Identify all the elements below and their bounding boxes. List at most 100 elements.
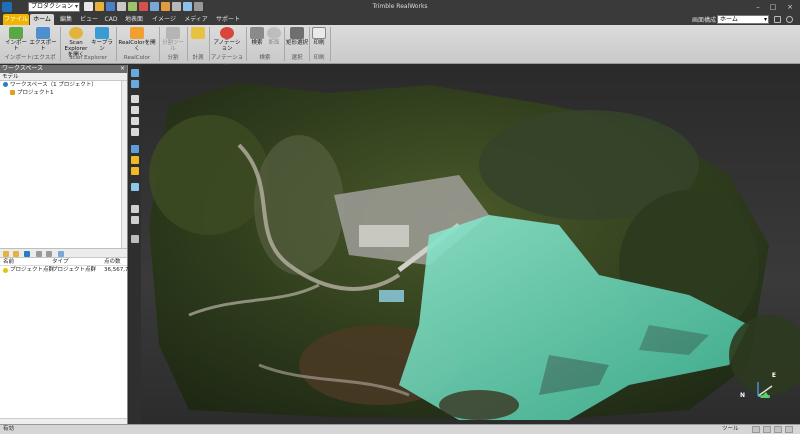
help-icon[interactable] bbox=[786, 16, 793, 23]
save-icon[interactable] bbox=[106, 2, 115, 11]
workspace-selector[interactable]: ホーム bbox=[717, 15, 769, 24]
group-separator bbox=[60, 27, 61, 61]
realcolor-button[interactable]: RealColorを開く bbox=[117, 27, 157, 54]
workspace-selector-label: 画面構成 bbox=[692, 17, 717, 24]
import-button[interactable]: インポート bbox=[3, 27, 29, 54]
tab-home[interactable]: ホーム bbox=[30, 14, 54, 25]
cross-section-button[interactable]: 断面 bbox=[266, 27, 282, 54]
clip-icon[interactable] bbox=[131, 205, 139, 213]
status-indicator-icon[interactable] bbox=[763, 426, 771, 433]
app-logo-icon[interactable] bbox=[2, 2, 12, 12]
scan-explorer-icon bbox=[69, 27, 83, 39]
layer-icon[interactable] bbox=[172, 2, 181, 11]
tools-icon[interactable] bbox=[161, 2, 170, 11]
view-top-icon[interactable] bbox=[131, 69, 139, 77]
status-bar: 有効 ツール bbox=[0, 424, 800, 434]
workspace-header: ワークスペース × bbox=[0, 65, 127, 73]
rect-select-button[interactable]: 矩形選択 bbox=[286, 27, 308, 54]
tree-item-label: ワークスペース（1 プロジェクト） bbox=[10, 82, 97, 88]
grid-icon[interactable] bbox=[131, 183, 139, 191]
group-annotation: アノテーション bbox=[210, 55, 244, 70]
axis-indicator: N E bbox=[738, 372, 778, 402]
tab-file[interactable]: ファイル bbox=[3, 14, 29, 25]
group-split: 分割 bbox=[167, 55, 179, 61]
col-points-header[interactable]: 点の数 bbox=[104, 258, 121, 266]
group-import-export: インポート/エクスポート bbox=[4, 55, 56, 70]
tree-item-project[interactable]: プロジェクト1 bbox=[0, 89, 127, 97]
print-label: 印刷 bbox=[313, 40, 325, 46]
realcolor-label: RealColorを開く bbox=[118, 40, 156, 52]
print-button[interactable]: 印刷 bbox=[311, 27, 327, 54]
tree-item-workspace[interactable]: ワークスペース（1 プロジェクト） bbox=[0, 81, 127, 89]
light-icon[interactable] bbox=[131, 216, 139, 224]
settings-icon[interactable] bbox=[183, 2, 192, 11]
keyplan-icon bbox=[95, 27, 109, 39]
split-tool-icon bbox=[166, 27, 180, 39]
folder-icon[interactable] bbox=[3, 251, 9, 257]
pan-icon[interactable] bbox=[131, 106, 139, 114]
status-indicator-icon[interactable] bbox=[785, 426, 793, 433]
help-icon[interactable] bbox=[194, 2, 203, 11]
search-icon bbox=[250, 27, 264, 39]
status-indicator-icon[interactable] bbox=[752, 426, 760, 433]
group-select: 選択 bbox=[291, 55, 303, 61]
filter-icon[interactable] bbox=[58, 251, 64, 257]
status-indicator-icon[interactable] bbox=[774, 426, 782, 433]
new-icon[interactable] bbox=[84, 2, 93, 11]
search-button[interactable]: 検索 bbox=[248, 27, 266, 54]
maximize-button[interactable]: □ bbox=[767, 2, 779, 12]
col-type-header[interactable]: タイプ bbox=[52, 258, 69, 266]
close-button[interactable]: × bbox=[784, 2, 796, 12]
intensity-icon[interactable] bbox=[131, 167, 139, 175]
orbit-icon[interactable] bbox=[131, 95, 139, 103]
fullscreen-icon[interactable] bbox=[131, 235, 139, 243]
minimize-button[interactable]: – bbox=[752, 2, 764, 12]
keyplan-button[interactable]: キープラン bbox=[90, 27, 114, 54]
split-tool-button[interactable]: 分割ツール bbox=[161, 27, 185, 54]
export-icon bbox=[36, 27, 50, 39]
row-type: プロジェクト点群 bbox=[52, 267, 97, 273]
realcolor-icon bbox=[130, 27, 144, 39]
fit-icon[interactable] bbox=[131, 128, 139, 136]
scan-explorer-button[interactable]: Scan Explorerを開く bbox=[62, 27, 90, 58]
tab-view[interactable]: ビュー bbox=[78, 14, 100, 25]
tab-media[interactable]: メディア bbox=[182, 14, 210, 25]
up-arrow-icon[interactable] bbox=[24, 251, 30, 257]
layout-icon[interactable] bbox=[774, 16, 781, 23]
tree-scrollbar[interactable] bbox=[121, 81, 127, 248]
mode-combo[interactable]: プロダクション bbox=[28, 2, 80, 12]
open-icon[interactable] bbox=[95, 2, 104, 11]
view-front-icon[interactable] bbox=[131, 80, 139, 88]
lock-icon[interactable] bbox=[117, 2, 126, 11]
measure-button[interactable] bbox=[189, 27, 207, 54]
viewport-3d[interactable]: N E bbox=[129, 65, 800, 424]
print-icon bbox=[312, 27, 326, 39]
table-row[interactable]: プロジェクト点群 プロジェクト点群 36,567,75 bbox=[0, 266, 132, 275]
col-name-header[interactable]: 名前 bbox=[3, 258, 14, 266]
redo-icon[interactable] bbox=[139, 2, 148, 11]
project-icon bbox=[10, 90, 15, 95]
list-icon[interactable] bbox=[36, 251, 42, 257]
workspace-close-button[interactable]: × bbox=[120, 65, 125, 73]
grid-icon[interactable] bbox=[46, 251, 52, 257]
tab-cad[interactable]: CAD bbox=[102, 14, 120, 25]
zoom-icon[interactable] bbox=[131, 117, 139, 125]
color-mode-icon[interactable] bbox=[131, 156, 139, 164]
point-cloud-render bbox=[149, 83, 800, 420]
tab-edit[interactable]: 編集 bbox=[56, 14, 76, 25]
filter-icon[interactable] bbox=[150, 2, 159, 11]
tab-support[interactable]: サポート bbox=[214, 14, 242, 25]
group-separator bbox=[187, 27, 188, 61]
group-separator bbox=[330, 27, 331, 61]
tab-terrain[interactable]: 地表面 bbox=[122, 14, 146, 25]
render-mode-icon[interactable] bbox=[131, 145, 139, 153]
status-tool-text: ツール bbox=[722, 426, 739, 432]
folder-open-icon[interactable] bbox=[13, 251, 19, 257]
model-tab[interactable]: モデル bbox=[0, 73, 127, 81]
tab-image[interactable]: イメージ bbox=[150, 14, 178, 25]
row-points: 36,567,75 bbox=[104, 267, 132, 273]
undo-icon[interactable] bbox=[128, 2, 137, 11]
export-button[interactable]: エクスポート bbox=[29, 27, 57, 54]
app-title: Trimble RealWorks bbox=[372, 3, 428, 10]
annotation-button[interactable]: アノテーション bbox=[211, 27, 243, 54]
